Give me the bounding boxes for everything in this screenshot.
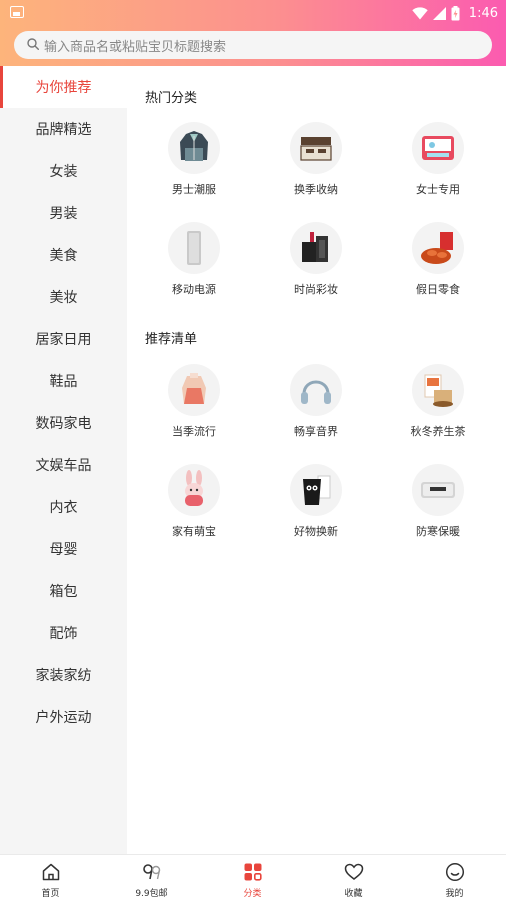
category-item-label: 秋冬养生茶 xyxy=(410,425,466,438)
tab-favorites[interactable]: 收藏 xyxy=(303,855,404,901)
sidebar-item-women[interactable]: 女装 xyxy=(0,150,127,192)
category-item-label: 畅享音界 xyxy=(294,425,338,438)
snack-icon xyxy=(412,222,464,274)
search-icon xyxy=(27,38,39,50)
category-item-men-fashion[interactable]: 男士潮服 xyxy=(134,122,254,212)
sidebar-item-label: 女装 xyxy=(49,164,78,180)
category-item-seasonal[interactable]: 当季流行 xyxy=(134,364,254,454)
nine-nine-icon xyxy=(143,864,161,880)
tab-home[interactable]: 首页 xyxy=(0,855,101,901)
status-bar: 1:46 xyxy=(0,0,506,26)
sidebar-item-accessories[interactable]: 配饰 xyxy=(0,612,127,654)
category-sidebar: 为你推荐 品牌精选 女装 男装 美食 美妆 居家日用 鞋品 数码家电 文娱车品 … xyxy=(0,66,127,854)
sidebar-item-underwear[interactable]: 内衣 xyxy=(0,486,127,528)
smiley-icon xyxy=(445,862,465,882)
sidebar-item-label: 数码家电 xyxy=(35,416,92,432)
sidebar-item-brand[interactable]: 品牌精选 xyxy=(0,108,127,150)
power-bank-icon xyxy=(168,222,220,274)
sidebar-item-label: 男装 xyxy=(49,206,78,222)
headphones-icon xyxy=(290,364,342,416)
category-item-label: 男士潮服 xyxy=(172,183,216,196)
heater-icon xyxy=(412,464,464,516)
category-item-power-bank[interactable]: 移动电源 xyxy=(134,222,254,312)
wifi-icon xyxy=(412,6,428,19)
tab-label: 首页 xyxy=(41,889,60,899)
bottom-tab-bar: 首页 9.9包邮 分类 收藏 我的 xyxy=(0,854,506,900)
battery-icon xyxy=(451,5,460,20)
sidebar-item-label: 为你推荐 xyxy=(35,80,92,96)
sidebar-item-food[interactable]: 美食 xyxy=(0,234,127,276)
search-bar[interactable]: 输入商品名或粘贴宝贝标题搜索 xyxy=(14,31,492,59)
bunny-toy-icon xyxy=(168,464,220,516)
category-item-storage[interactable]: 换季收纳 xyxy=(256,122,376,212)
jacket-icon xyxy=(168,122,220,174)
sidebar-item-recommend[interactable]: 为你推荐 xyxy=(0,66,127,108)
category-item-tea[interactable]: 秋冬养生茶 xyxy=(378,364,498,454)
sidebar-item-outdoor[interactable]: 户外运动 xyxy=(0,696,127,738)
category-item-label: 家有萌宝 xyxy=(172,525,216,538)
category-item-label: 移动电源 xyxy=(172,283,216,296)
gallery-notification-icon xyxy=(10,6,24,18)
sidebar-item-furnishing[interactable]: 家装家纺 xyxy=(0,654,127,696)
lipstick-icon xyxy=(290,222,342,274)
sidebar-item-beauty[interactable]: 美妆 xyxy=(0,276,127,318)
category-item-label: 当季流行 xyxy=(172,425,216,438)
category-item-label: 女士专用 xyxy=(416,183,460,196)
tab-label: 分类 xyxy=(243,889,262,899)
sanitary-pad-icon xyxy=(412,122,464,174)
search-input[interactable]: 输入商品名或粘贴宝贝标题搜索 xyxy=(44,36,226,55)
sidebar-item-label: 户外运动 xyxy=(35,710,92,726)
sidebar-item-label: 内衣 xyxy=(49,500,78,516)
sidebar-item-baby[interactable]: 母婴 xyxy=(0,528,127,570)
category-item-makeup[interactable]: 时尚彩妆 xyxy=(256,222,376,312)
sidebar-item-label: 配饰 xyxy=(49,626,78,642)
sidebar-item-label: 家装家纺 xyxy=(35,668,92,684)
signal-icon xyxy=(432,6,446,20)
category-item-renew[interactable]: 好物换新 xyxy=(256,464,376,554)
storage-box-icon xyxy=(290,122,342,174)
sidebar-item-men[interactable]: 男装 xyxy=(0,192,127,234)
sidebar-item-shoes[interactable]: 鞋品 xyxy=(0,360,127,402)
clock-time: 1:46 xyxy=(468,5,498,21)
sidebar-item-label: 鞋品 xyxy=(49,374,78,390)
sidebar-item-digital[interactable]: 数码家电 xyxy=(0,402,127,444)
sidebar-item-label: 品牌精选 xyxy=(35,122,92,138)
category-item-snacks[interactable]: 假日零食 xyxy=(378,222,498,312)
tab-category[interactable]: 分类 xyxy=(202,855,303,901)
section-title-hot: 热门分类 xyxy=(145,91,198,106)
category-item-audio[interactable]: 畅享音界 xyxy=(256,364,376,454)
category-item-label: 换季收纳 xyxy=(294,183,338,196)
sidebar-item-home[interactable]: 居家日用 xyxy=(0,318,127,360)
category-item-label: 时尚彩妆 xyxy=(294,283,338,296)
sidebar-item-label: 母婴 xyxy=(49,542,78,558)
category-item-label: 好物换新 xyxy=(294,525,338,538)
category-item-label: 防寒保暖 xyxy=(416,525,460,538)
sidebar-item-label: 美食 xyxy=(49,248,78,264)
sidebar-item-label: 居家日用 xyxy=(35,332,92,348)
tab-label: 9.9包邮 xyxy=(135,889,168,899)
sidebar-item-label: 美妆 xyxy=(49,290,78,306)
heart-icon xyxy=(344,863,364,880)
category-grid-icon xyxy=(244,863,262,881)
category-item-label: 假日零食 xyxy=(416,283,460,296)
sweater-icon xyxy=(168,364,220,416)
tab-profile[interactable]: 我的 xyxy=(404,855,505,901)
app-header: 1:46 输入商品名或粘贴宝贝标题搜索 xyxy=(0,0,506,66)
sidebar-item-entertainment[interactable]: 文娱车品 xyxy=(0,444,127,486)
sidebar-item-bags[interactable]: 箱包 xyxy=(0,570,127,612)
category-item-baby-toys[interactable]: 家有萌宝 xyxy=(134,464,254,554)
tab-label: 收藏 xyxy=(344,889,363,899)
sidebar-item-label: 文娱车品 xyxy=(35,458,92,474)
sidebar-item-label: 箱包 xyxy=(49,584,78,600)
tea-icon xyxy=(412,364,464,416)
trash-bin-icon xyxy=(290,464,342,516)
home-icon xyxy=(42,863,60,881)
tab-label: 我的 xyxy=(445,889,464,899)
category-item-warmth[interactable]: 防寒保暖 xyxy=(378,464,498,554)
tab-nine-nine[interactable]: 9.9包邮 xyxy=(101,855,202,901)
section-title-recommend: 推荐清单 xyxy=(145,332,198,347)
category-item-women-care[interactable]: 女士专用 xyxy=(378,122,498,212)
